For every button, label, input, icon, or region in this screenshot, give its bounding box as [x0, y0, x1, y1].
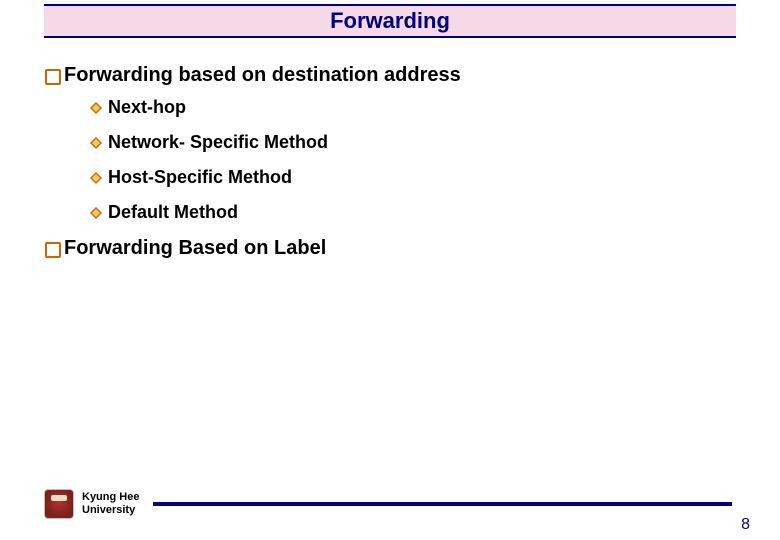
title-band: Forwarding	[44, 4, 736, 38]
list-item: Host-Specific Method	[90, 167, 736, 188]
footer: Kyung Hee University	[44, 486, 750, 522]
university-line2: University	[82, 504, 139, 517]
section-1-items: Next-hop Network- Specific Method Host-S…	[90, 97, 736, 223]
diamond-bullet-icon	[90, 102, 102, 114]
footer-rule	[153, 502, 732, 506]
square-bullet-icon	[44, 241, 58, 255]
list-item: Network- Specific Method	[90, 132, 736, 153]
university-name: Kyung Hee University	[82, 491, 139, 516]
footer-rule-wrap	[153, 502, 732, 506]
university-logo-icon	[44, 489, 74, 519]
slide-title: Forwarding	[330, 8, 450, 34]
diamond-bullet-icon	[90, 137, 102, 149]
page-number: 8	[741, 516, 750, 534]
section-1-text: Forwarding based on destination address	[64, 64, 461, 87]
content-area: Forwarding based on destination address …	[44, 58, 736, 270]
diamond-bullet-icon	[90, 207, 102, 219]
list-item-text: Host-Specific Method	[108, 167, 292, 188]
square-bullet-icon	[44, 68, 58, 82]
section-2-text: Forwarding Based on Label	[64, 237, 326, 260]
section-1: Forwarding based on destination address	[44, 64, 736, 87]
slide: Forwarding Forwarding based on destinati…	[0, 0, 780, 540]
list-item: Next-hop	[90, 97, 736, 118]
list-item: Default Method	[90, 202, 736, 223]
list-item-text: Default Method	[108, 202, 238, 223]
university-line1: Kyung Hee	[82, 491, 139, 504]
diamond-bullet-icon	[90, 172, 102, 184]
list-item-text: Network- Specific Method	[108, 132, 328, 153]
section-2: Forwarding Based on Label	[44, 237, 736, 260]
list-item-text: Next-hop	[108, 97, 186, 118]
